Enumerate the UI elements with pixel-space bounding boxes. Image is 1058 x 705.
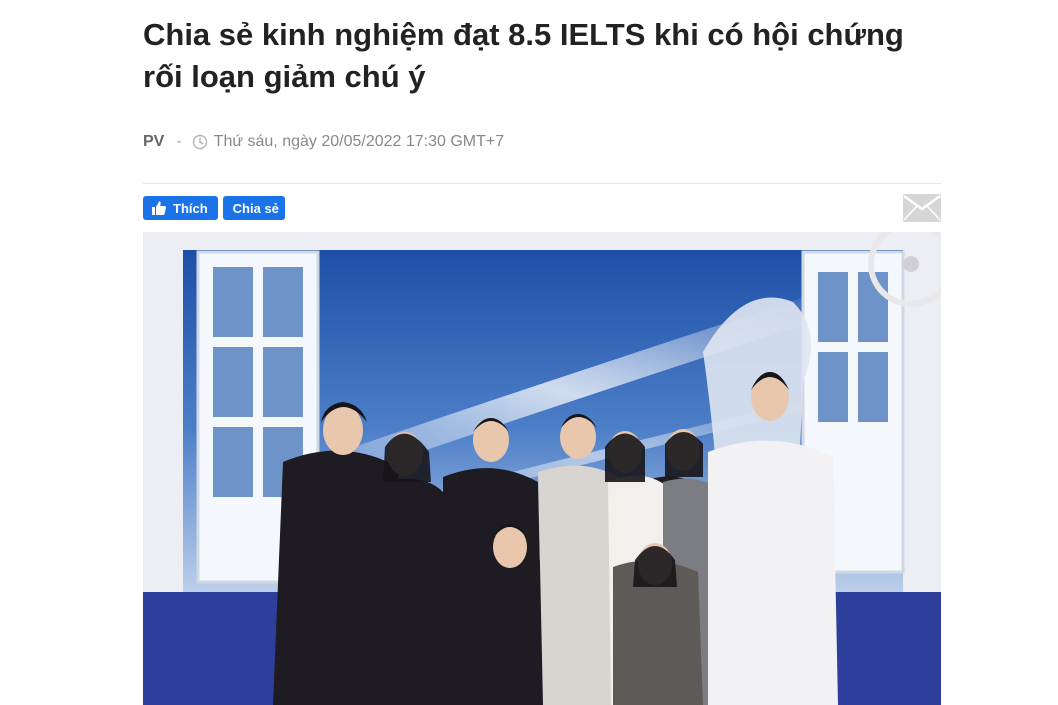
social-bar: Thích Chia sẻ [143,196,285,220]
author-name[interactable]: PV [143,133,164,151]
share-label: Chia sẻ [232,200,279,216]
article-photo [143,232,941,705]
meta-separator: - [176,133,182,150]
article: Chia sẻ kinh nghiệm đạt 8.5 IELTS khi có… [143,0,941,705]
share-button[interactable]: Chia sẻ [222,196,285,220]
article-meta: PV - Thứ sáu, ngày 20/05/2022 17:30 GMT+… [143,132,504,152]
clock-icon [192,134,207,150]
divider [143,183,941,184]
mail-icon[interactable] [903,194,941,222]
thumbs-up-icon [152,201,166,215]
article-title: Chia sẻ kinh nghiệm đạt 8.5 IELTS khi có… [143,17,904,94]
like-label: Thích [173,200,208,216]
group-photo-image [143,232,941,705]
publish-date: Thứ sáu, ngày 20/05/2022 17:30 GMT+7 [213,133,505,150]
like-button[interactable]: Thích [143,196,218,220]
